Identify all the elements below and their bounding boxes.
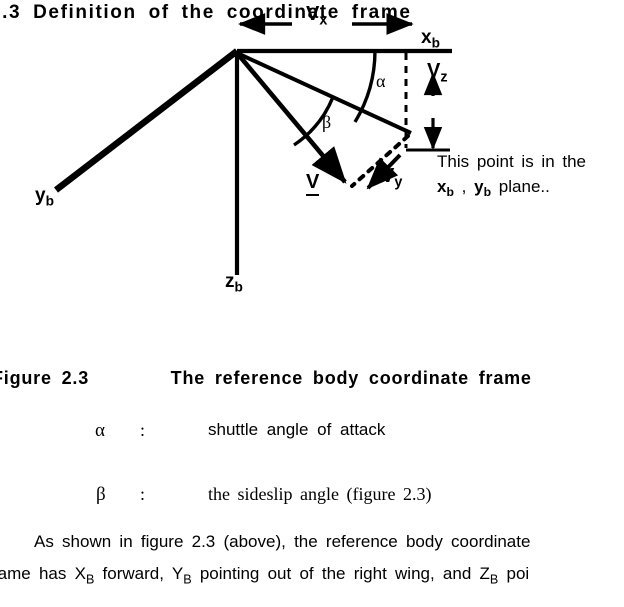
annotation-line-2: xb , yb plane..	[437, 176, 550, 199]
definition-colon-alpha: :	[140, 420, 146, 440]
figure-caption-text: The reference body coordinate frame	[170, 368, 532, 388]
vx-label: Vx	[306, 3, 328, 29]
z-body-axis-label: zb	[225, 271, 243, 295]
paragraph-line-2: rame has XB forward, YB pointing out of …	[0, 564, 530, 587]
y-body-axis-label: yb	[35, 185, 54, 209]
definition-text-alpha: shuttle angle of attack	[208, 420, 386, 439]
beta-angle-label: β	[322, 112, 332, 132]
page-title: 2.3 Definition of the coordinate frame	[0, 2, 412, 23]
paragraph-line-1: As shown in figure 2.3 (above), the refe…	[34, 532, 531, 551]
y-body-axis-line	[54, 48, 239, 193]
vy-label: Vy	[381, 165, 403, 191]
figure-caption-label: Figure 2.3	[0, 368, 90, 388]
point-plane-annotation: This point is in the xb , yb plane..	[437, 150, 586, 201]
annotation-line-1: This point is in the	[437, 152, 587, 171]
definition-symbol-beta: β	[96, 484, 106, 505]
alpha-angle-label: α	[376, 71, 386, 91]
velocity-vector-label: V	[306, 171, 320, 196]
x-body-axis-label: xb	[421, 27, 440, 51]
vz-label: Vz	[427, 60, 448, 86]
figure-coordinate-frame: xb yb zb Vx Vy Vz V α β This point is in…	[0, 0, 624, 300]
definition-colon-beta: :	[140, 484, 146, 504]
definition-symbol-alpha: α	[95, 420, 105, 441]
figure-caption: Figure 2.3 The reference body coordinate…	[0, 368, 532, 389]
definition-text-beta: the sideslip angle (figure 2.3)	[208, 484, 432, 504]
